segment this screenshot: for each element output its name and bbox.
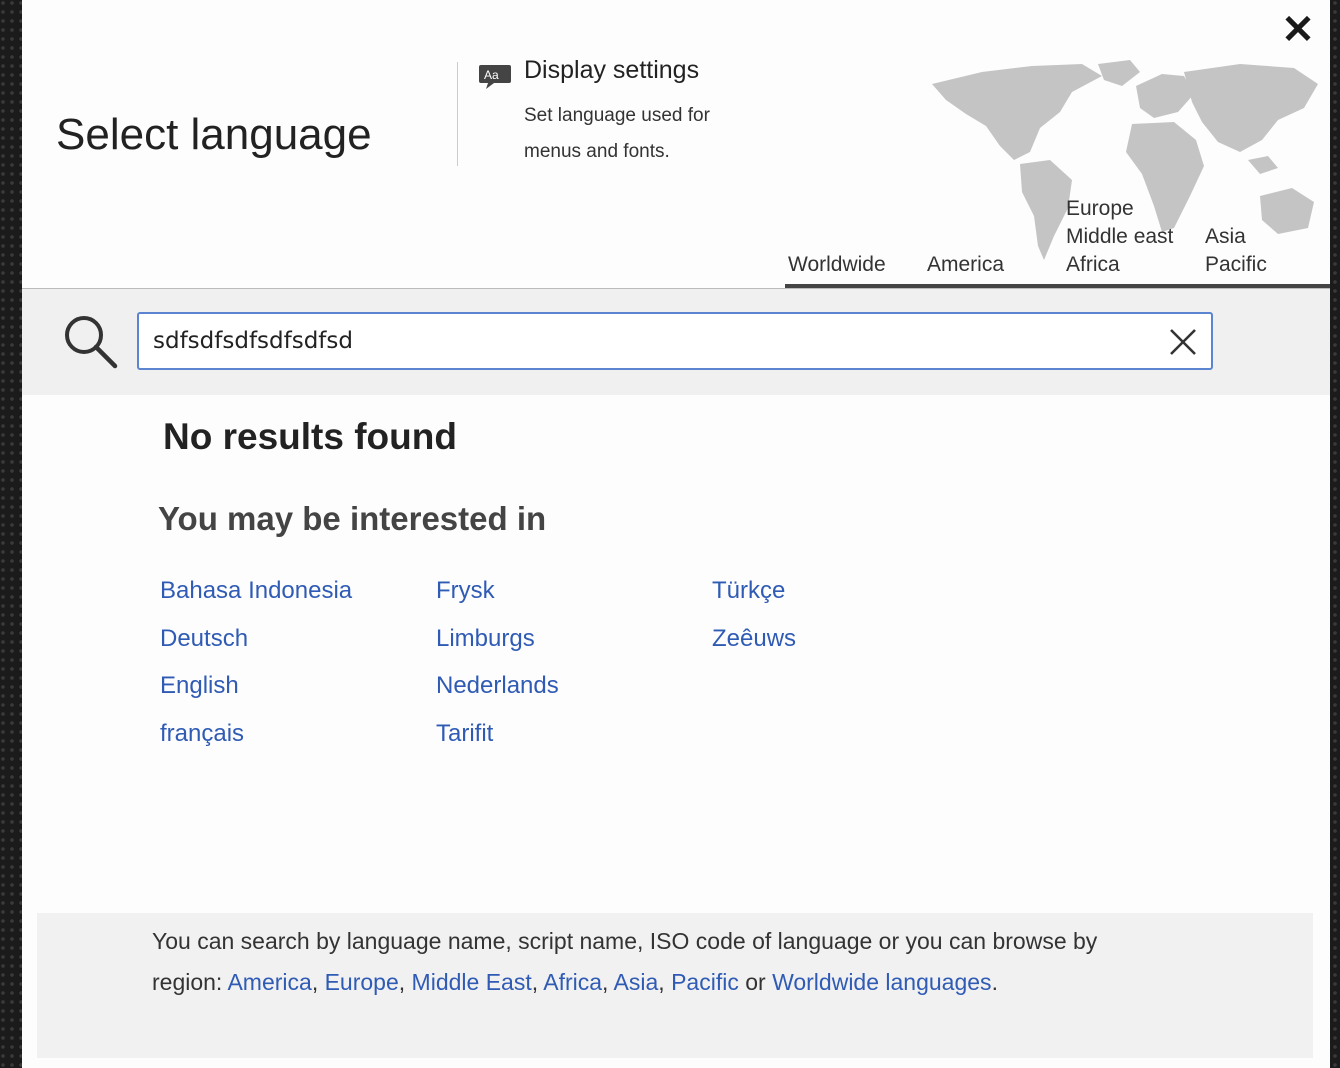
clear-icon[interactable]: [1168, 327, 1198, 357]
language-link[interactable]: Deutsch: [160, 621, 352, 669]
region-worldwide[interactable]: Worldwide: [788, 251, 886, 279]
help-text-or: or: [738, 969, 773, 995]
no-results-heading: No results found: [163, 416, 457, 457]
region-label-asia: Asia: [1205, 225, 1246, 248]
header-divider: [457, 62, 458, 166]
close-icon[interactable]: ✕: [1276, 8, 1320, 52]
suggestion-column-1: Bahasa Indonesia Deutsch English françai…: [160, 573, 352, 763]
region-label-africa: Africa: [1066, 253, 1120, 276]
separator: ,: [531, 969, 544, 995]
link-america[interactable]: America: [227, 969, 311, 995]
link-africa[interactable]: Africa: [543, 969, 602, 995]
language-link[interactable]: Bahasa Indonesia: [160, 573, 352, 621]
separator: ,: [311, 969, 325, 995]
region-label-middle-east: Middle east: [1066, 225, 1174, 248]
language-link[interactable]: Frysk: [436, 573, 559, 621]
language-link[interactable]: Tarifit: [436, 716, 559, 764]
region-europe-middle-east-africa[interactable]: Europe Middle east Africa: [1066, 195, 1173, 279]
language-link[interactable]: Zeêuws: [712, 621, 796, 669]
language-link[interactable]: Limburgs: [436, 621, 559, 669]
separator: ,: [602, 969, 614, 995]
language-link[interactable]: Türkçe: [712, 573, 796, 621]
link-asia[interactable]: Asia: [614, 969, 659, 995]
separator: ,: [658, 969, 672, 995]
display-settings-description: Set language used for menus and fonts.: [524, 105, 710, 162]
suggestions-heading: You may be interested in: [158, 500, 547, 537]
search-help-box: You can search by language name, script …: [37, 913, 1313, 1058]
region-asia-pacific[interactable]: Asia Pacific: [1205, 223, 1267, 279]
language-search-input[interactable]: [137, 312, 1213, 370]
suggestion-column-2: Frysk Limburgs Nederlands Tarifit: [436, 573, 559, 763]
search-bar: [22, 289, 1330, 395]
search-icon: [65, 316, 118, 369]
link-europe[interactable]: Europe: [325, 969, 399, 995]
suggestion-column-3: Türkçe Zeêuws: [712, 573, 796, 668]
link-pacific[interactable]: Pacific: [671, 969, 739, 995]
region-america[interactable]: America: [927, 251, 1004, 279]
language-selector-dialog: ✕ Select language Aa Display settings Se…: [22, 0, 1330, 1068]
dialog-title: Select language: [56, 110, 372, 159]
svg-text:Aa: Aa: [484, 68, 499, 82]
region-label-pacific: Pacific: [1205, 253, 1267, 276]
language-link[interactable]: Nederlands: [436, 668, 559, 716]
display-settings-title[interactable]: Display settings: [524, 56, 699, 85]
language-link[interactable]: English: [160, 668, 352, 716]
link-middle-east[interactable]: Middle East: [412, 969, 532, 995]
separator: ,: [398, 969, 412, 995]
search-help-text: You can search by language name, script …: [152, 921, 1152, 1003]
region-label-europe: Europe: [1066, 197, 1134, 220]
link-worldwide-languages[interactable]: Worldwide languages: [772, 969, 992, 995]
language-link[interactable]: français: [160, 716, 352, 764]
help-text-end: .: [991, 969, 998, 995]
display-settings-icon: Aa: [479, 65, 511, 89]
